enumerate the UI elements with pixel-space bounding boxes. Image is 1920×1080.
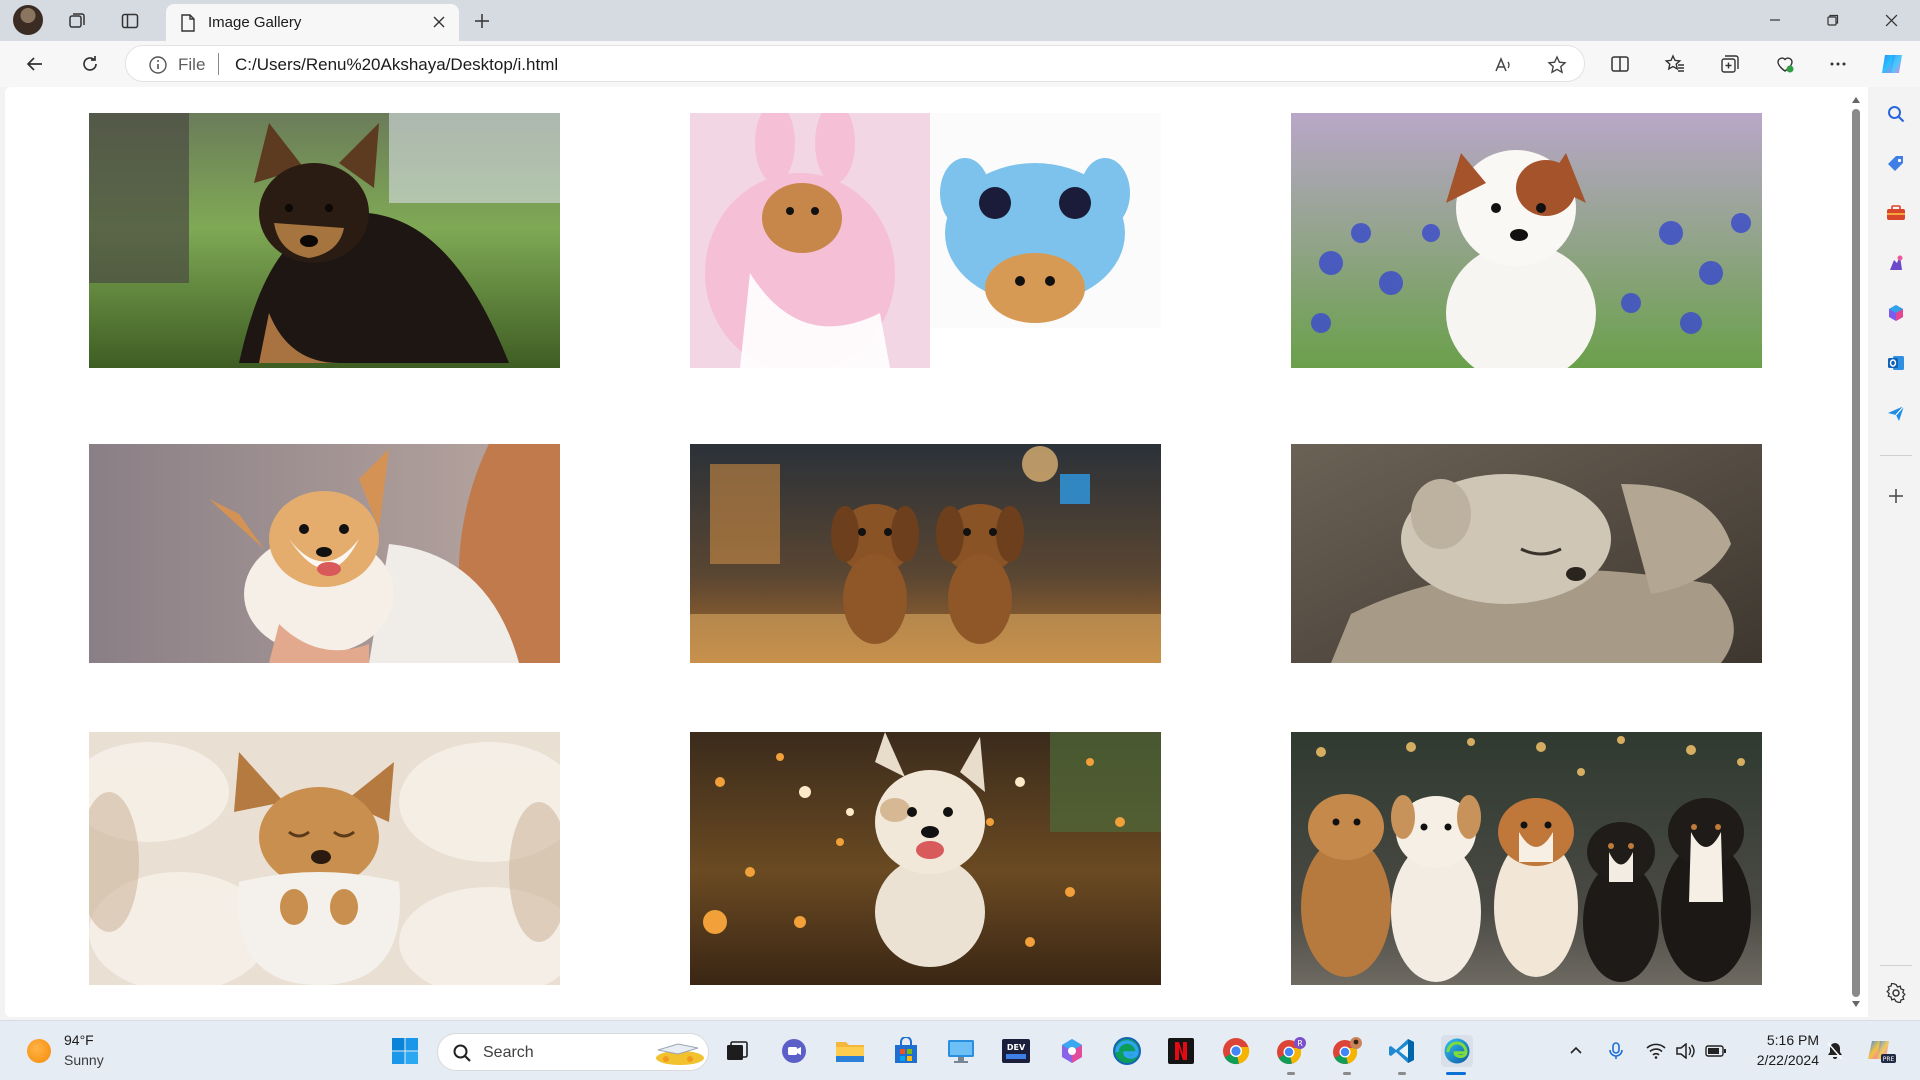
tab-title: Image Gallery bbox=[208, 14, 302, 31]
gallery-image-2 bbox=[690, 113, 1161, 368]
sidebar-divider bbox=[1880, 455, 1912, 456]
scroll-down-icon[interactable] bbox=[1851, 999, 1861, 1009]
battery-icon[interactable] bbox=[1705, 1040, 1727, 1062]
gallery-image-5 bbox=[690, 444, 1161, 663]
search-placeholder: Search bbox=[483, 1044, 534, 1061]
tools-icon[interactable] bbox=[1883, 200, 1909, 226]
tab-image-gallery[interactable]: Image Gallery bbox=[166, 4, 459, 41]
windows-start-icon[interactable] bbox=[389, 1035, 421, 1067]
show-hidden-icons-chevron-icon[interactable] bbox=[1565, 1040, 1587, 1062]
active-app-indicator bbox=[1446, 1072, 1466, 1075]
svg-text:PRE: PRE bbox=[1883, 1056, 1895, 1063]
gallery-image-1 bbox=[89, 113, 560, 368]
url-text[interactable]: C:/Users/Renu%20Akshaya/Desktop/i.html bbox=[235, 55, 558, 75]
page-icon bbox=[181, 13, 195, 32]
wifi-icon[interactable] bbox=[1645, 1040, 1667, 1062]
gallery-image-6 bbox=[1291, 444, 1762, 663]
page-scrollbar[interactable] bbox=[1844, 87, 1868, 1017]
teams-chat-icon[interactable] bbox=[778, 1035, 810, 1067]
profile-avatar[interactable] bbox=[13, 5, 43, 35]
address-separator bbox=[218, 53, 219, 75]
search-highlight-icon bbox=[656, 1043, 704, 1065]
microphone-icon[interactable] bbox=[1605, 1040, 1627, 1062]
browser-toolbar: File C:/Users/Renu%20Akshaya/Desktop/i.h… bbox=[0, 41, 1920, 87]
minimize-icon[interactable] bbox=[1760, 6, 1790, 34]
favorites-icon[interactable] bbox=[1660, 50, 1690, 78]
drop-send-icon[interactable] bbox=[1883, 400, 1909, 426]
copilot-preview-icon[interactable]: PRE bbox=[1866, 1040, 1898, 1063]
dev-home-icon[interactable]: DEV bbox=[1000, 1035, 1032, 1067]
copilot-taskbar-icon[interactable] bbox=[1056, 1035, 1088, 1067]
copilot-icon[interactable] bbox=[1877, 50, 1907, 78]
svg-text:DEV: DEV bbox=[1007, 1043, 1026, 1052]
new-tab-icon[interactable] bbox=[468, 7, 496, 35]
chrome-profile-photo-icon[interactable] bbox=[1331, 1035, 1363, 1067]
split-screen-icon[interactable] bbox=[1605, 50, 1635, 78]
read-aloud-icon[interactable] bbox=[1490, 52, 1516, 78]
collections-icon[interactable] bbox=[1715, 50, 1745, 78]
running-indicator bbox=[1398, 1072, 1406, 1075]
edge-browser-icon[interactable] bbox=[1441, 1035, 1473, 1067]
info-icon[interactable] bbox=[148, 55, 168, 75]
sidebar-divider-bottom bbox=[1880, 965, 1912, 966]
do-not-disturb-bell-icon[interactable] bbox=[1824, 1040, 1846, 1062]
games-icon[interactable] bbox=[1883, 250, 1909, 276]
netflix-icon[interactable] bbox=[1165, 1035, 1197, 1067]
sunny-weather-icon[interactable] bbox=[27, 1039, 51, 1063]
address-bar[interactable]: File C:/Users/Renu%20Akshaya/Desktop/i.h… bbox=[125, 45, 1585, 82]
chrome-profile-r-icon[interactable]: R bbox=[1275, 1035, 1307, 1067]
browser-title-bar: Image Gallery bbox=[0, 0, 1920, 41]
close-window-icon[interactable] bbox=[1876, 6, 1906, 34]
gallery-image-8 bbox=[690, 732, 1161, 985]
site-scheme-label: File bbox=[178, 55, 206, 74]
refresh-icon[interactable] bbox=[75, 50, 105, 78]
shopping-tag-icon[interactable] bbox=[1883, 151, 1909, 177]
remote-desktop-icon[interactable] bbox=[945, 1035, 977, 1067]
restore-icon[interactable] bbox=[1818, 6, 1848, 34]
task-view-icon[interactable] bbox=[721, 1035, 753, 1067]
outlook-icon[interactable] bbox=[1883, 350, 1909, 376]
edge-beta-icon[interactable] bbox=[1111, 1035, 1143, 1067]
search-icon[interactable] bbox=[1883, 101, 1909, 127]
scroll-thumb[interactable] bbox=[1852, 109, 1860, 997]
search-icon bbox=[453, 1044, 471, 1062]
more-options-icon[interactable] bbox=[1823, 50, 1853, 78]
add-sidebar-app-icon[interactable] bbox=[1883, 483, 1909, 509]
vertical-tabs-icon[interactable] bbox=[116, 7, 144, 35]
clock-time[interactable]: 5:16 PM bbox=[1759, 1032, 1819, 1048]
clock-date[interactable]: 2/22/2024 bbox=[1732, 1052, 1819, 1068]
gallery-image-4 bbox=[89, 444, 560, 663]
microsoft-365-icon[interactable] bbox=[1883, 300, 1909, 326]
chrome-icon[interactable] bbox=[1220, 1035, 1252, 1067]
weather-condition[interactable]: Sunny bbox=[64, 1052, 104, 1068]
gallery-image-7 bbox=[89, 732, 560, 985]
svg-text:R: R bbox=[1297, 1039, 1303, 1048]
settings-gear-icon[interactable] bbox=[1883, 980, 1909, 1006]
edge-sidebar bbox=[1872, 87, 1920, 1017]
weather-temperature[interactable]: 94°F bbox=[64, 1032, 94, 1048]
scroll-up-icon[interactable] bbox=[1851, 95, 1861, 105]
running-indicator bbox=[1287, 1072, 1295, 1075]
running-indicator bbox=[1343, 1072, 1351, 1075]
gallery-image-9 bbox=[1291, 732, 1762, 985]
volume-icon[interactable] bbox=[1674, 1040, 1696, 1062]
windows-taskbar: 94°F Sunny Search DEV R 5:16 PM 2/22/202… bbox=[0, 1020, 1920, 1080]
favorite-star-icon[interactable] bbox=[1544, 52, 1570, 78]
taskbar-search-input[interactable]: Search bbox=[437, 1033, 709, 1071]
microsoft-store-icon[interactable] bbox=[890, 1035, 922, 1067]
back-icon[interactable] bbox=[20, 50, 50, 78]
workspaces-icon[interactable] bbox=[63, 7, 91, 35]
page-viewport bbox=[5, 87, 1852, 1017]
browser-essentials-icon[interactable] bbox=[1770, 50, 1800, 78]
close-tab-icon[interactable] bbox=[429, 12, 449, 32]
file-explorer-icon[interactable] bbox=[834, 1035, 866, 1067]
gallery-image-3 bbox=[1291, 113, 1762, 368]
vscode-icon[interactable] bbox=[1386, 1035, 1418, 1067]
